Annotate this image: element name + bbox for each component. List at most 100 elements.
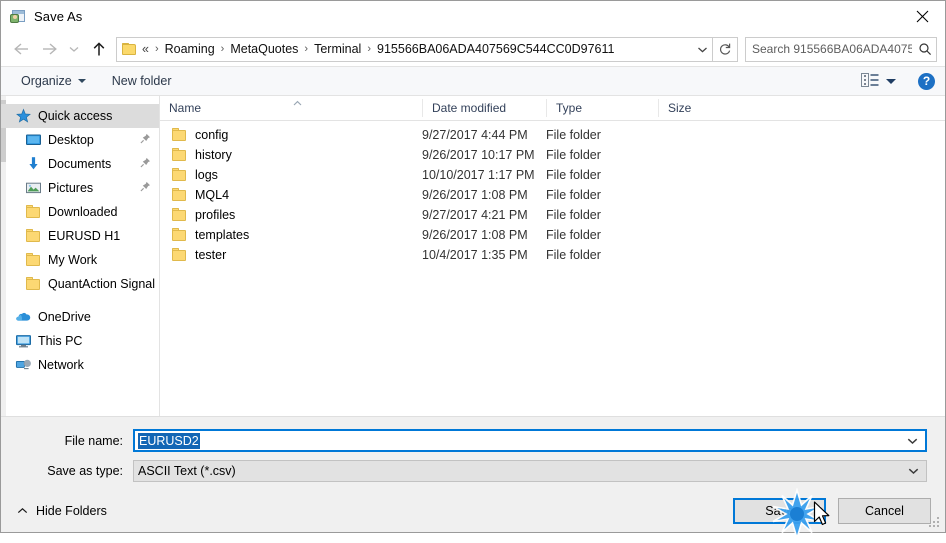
chevron-down-icon[interactable]	[907, 434, 918, 448]
sidebar-item-network[interactable]: Network	[1, 353, 159, 377]
file-type: File folder	[546, 228, 601, 242]
breadcrumb-separator: ›	[367, 43, 372, 55]
new-folder-button[interactable]: New folder	[106, 71, 178, 91]
sidebar-item-quick-access[interactable]: Quick access	[1, 104, 159, 128]
sidebar-item-eurusd-h1[interactable]: EURUSD H1	[1, 224, 159, 248]
file-name: templates	[195, 228, 250, 242]
table-row[interactable]: tester 10/4/2017 1:35 PM File folder	[160, 245, 945, 265]
save-as-app-icon	[10, 9, 26, 25]
sidebar-item-quantaction-signal[interactable]: QuantAction Signal	[1, 272, 159, 296]
column-header-date-modified[interactable]: Date modified	[422, 99, 546, 117]
organize-button[interactable]: Organize	[15, 71, 92, 91]
breadcrumb-item-metaquotes[interactable]: MetaQuotes	[228, 40, 300, 58]
resize-grip[interactable]	[929, 517, 941, 529]
desktop-icon	[25, 132, 42, 148]
column-header-type[interactable]: Type	[546, 99, 658, 117]
search-icon[interactable]	[914, 39, 936, 60]
close-icon[interactable]	[899, 1, 945, 31]
cancel-button[interactable]: Cancel	[838, 498, 931, 524]
dialog-footer: Hide Folders Save Cancel	[1, 490, 945, 532]
sidebar-item-my-work[interactable]: My Work	[1, 248, 159, 272]
search-input[interactable]	[746, 42, 914, 56]
file-date-modified: 9/26/2017 10:17 PM	[422, 148, 535, 162]
table-row[interactable]: config 9/27/2017 4:44 PM File folder	[160, 125, 945, 145]
pin-icon[interactable]	[140, 181, 151, 195]
documents-icon	[25, 156, 42, 172]
folder-icon	[25, 228, 42, 244]
folder-icon	[171, 227, 188, 243]
sidebar-item-this-pc[interactable]: This PC	[1, 329, 159, 353]
file-name-input[interactable]: EURUSD2	[133, 429, 927, 452]
file-list-pane: Name Date modified Type Size config 9/27…	[160, 96, 945, 416]
up-arrow-icon[interactable]	[85, 36, 113, 62]
this-pc-icon	[15, 333, 32, 349]
sidebar-item-pictures[interactable]: Pictures	[1, 176, 159, 200]
file-type: File folder	[546, 168, 601, 182]
file-rows: config 9/27/2017 4:44 PM File folder his…	[160, 121, 945, 416]
forward-arrow-icon[interactable]	[35, 36, 63, 62]
recent-locations-chevron-icon[interactable]	[63, 36, 85, 62]
file-name: tester	[195, 248, 227, 262]
column-header-size[interactable]: Size	[658, 99, 738, 117]
file-type: File folder	[546, 188, 601, 202]
save-as-type-row: Save as type: ASCII Text (*.csv)	[19, 460, 927, 482]
breadcrumb-item-instance[interactable]: 915566BA06ADA407569C544CC0D97611	[375, 40, 616, 58]
sidebar-item-label: My Work	[48, 253, 98, 267]
command-bar: Organize New folder ?	[1, 66, 945, 96]
breadcrumb-item-terminal[interactable]: Terminal	[312, 40, 363, 58]
folder-icon	[171, 147, 188, 163]
file-date-modified: 10/10/2017 1:17 PM	[422, 168, 535, 182]
sidebar-item-label: This PC	[38, 334, 83, 348]
view-mode-icon	[861, 72, 879, 90]
sidebar-item-label: Desktop	[48, 133, 94, 147]
breadcrumb-overflow[interactable]: «	[141, 40, 151, 58]
table-row[interactable]: profiles 9/27/2017 4:21 PM File folder	[160, 205, 945, 225]
save-as-dialog: Save As « › Roaming › MetaQuotes › Termi…	[0, 0, 946, 541]
file-name-label: File name:	[64, 433, 123, 448]
file-type: File folder	[546, 208, 601, 222]
save-button[interactable]: Save	[733, 498, 826, 524]
table-row[interactable]: templates 9/26/2017 1:08 PM File folder	[160, 225, 945, 245]
sidebar-item-label: OneDrive	[38, 310, 91, 324]
breadcrumb-item-roaming[interactable]: Roaming	[163, 40, 217, 58]
pin-icon[interactable]	[140, 157, 151, 171]
sidebar-item-label: EURUSD H1	[48, 229, 121, 243]
sidebar-item-downloaded[interactable]: Downloaded	[1, 200, 159, 224]
table-row[interactable]: history 9/26/2017 10:17 PM File folder	[160, 145, 945, 165]
back-arrow-icon[interactable]	[7, 36, 35, 62]
sort-ascending-icon	[291, 96, 304, 110]
breadcrumb-separator: ›	[304, 43, 309, 55]
hide-folders-button[interactable]: Hide Folders	[13, 500, 111, 522]
file-date-modified: 9/26/2017 1:08 PM	[422, 188, 528, 202]
chevron-down-icon[interactable]	[908, 464, 919, 478]
sidebar-item-documents[interactable]: Documents	[1, 152, 159, 176]
save-as-type-value: ASCII Text (*.csv)	[138, 464, 236, 478]
file-name: history	[195, 148, 232, 162]
breadcrumb-separator: ›	[220, 43, 225, 55]
dialog-body: Quick access Desktop Documents Pictures …	[1, 96, 945, 416]
file-name: profiles	[195, 208, 236, 222]
sidebar-item-label: QuantAction Signal	[48, 277, 156, 291]
table-row[interactable]: MQL4 9/26/2017 1:08 PM File folder	[160, 185, 945, 205]
breadcrumb[interactable]: « › Roaming › MetaQuotes › Terminal › 91…	[116, 36, 713, 62]
sidebar-item-desktop[interactable]: Desktop	[1, 128, 159, 152]
file-date-modified: 10/4/2017 1:35 PM	[422, 248, 528, 262]
save-as-type-select[interactable]: ASCII Text (*.csv)	[133, 460, 927, 482]
view-mode-button[interactable]	[857, 71, 900, 92]
file-name: config	[195, 128, 229, 142]
sidebar-item-onedrive[interactable]: OneDrive	[1, 305, 159, 329]
table-row[interactable]: logs 10/10/2017 1:17 PM File folder	[160, 165, 945, 185]
sidebar-item-label: Network	[38, 358, 84, 372]
help-button[interactable]: ?	[918, 72, 935, 90]
refresh-icon[interactable]	[713, 36, 738, 62]
file-name: MQL4	[195, 188, 230, 202]
sidebar-item-label: Documents	[48, 157, 112, 171]
chevron-down-icon[interactable]	[692, 39, 712, 60]
file-name: logs	[195, 168, 218, 182]
search-box[interactable]	[745, 36, 937, 62]
file-type: File folder	[546, 128, 601, 142]
folder-icon	[25, 252, 42, 268]
window-title: Save As	[34, 9, 83, 24]
pin-icon[interactable]	[140, 133, 151, 147]
